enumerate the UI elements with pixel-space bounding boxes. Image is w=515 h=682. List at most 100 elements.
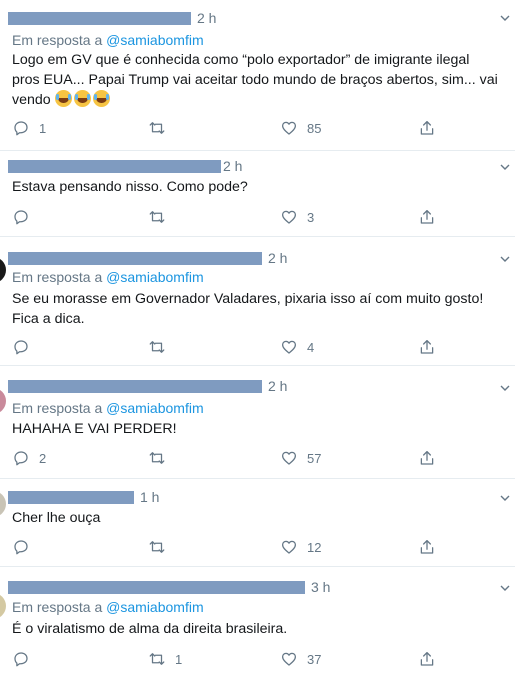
like-count: 4 (307, 339, 315, 355)
reply-icon (14, 652, 28, 667)
tweet-time[interactable]: 2 h (268, 378, 287, 394)
tweet-text-line: Estava pensando nisso. Como pode? (12, 179, 248, 195)
tweet-text-line: HAHAHA E VAI PERDER! (12, 421, 177, 437)
tweet-text-line: Cher lhe ouça (12, 510, 101, 526)
share-button[interactable] (418, 448, 436, 468)
like-button[interactable]: 85 (280, 118, 321, 138)
chevron-down-icon[interactable] (499, 12, 511, 24)
reply-context: Em resposta a @samiabomfim (12, 32, 204, 48)
reply-button[interactable] (12, 337, 39, 357)
like-icon (281, 121, 297, 135)
tweet-text-line-with-emoji: vendo (12, 90, 507, 111)
reply-prefix: Em resposta a (12, 599, 103, 615)
reply-handle-link[interactable]: @samiabomfim (106, 32, 203, 48)
retweet-icon (149, 653, 165, 665)
share-button[interactable] (418, 118, 436, 138)
tweet-actions: 12 (12, 537, 452, 557)
like-button[interactable]: 57 (280, 448, 321, 468)
reply-button[interactable] (12, 537, 39, 557)
redacted-username (8, 251, 262, 265)
reply-context: Em resposta a @samiabomfim (12, 269, 204, 285)
tweet-text-line: Logo em GV que é conhecida como “polo ex… (12, 52, 470, 68)
tweet-time[interactable]: 2 h (223, 158, 242, 174)
like-count: 3 (307, 209, 315, 225)
tweet-actions: 2 57 (12, 448, 452, 468)
like-icon (281, 652, 297, 666)
redacted-username (8, 490, 134, 504)
tweet-5[interactable]: 1 h Cher lhe ouça 12 (0, 479, 515, 567)
avatar[interactable] (0, 491, 6, 517)
reply-button[interactable] (12, 207, 39, 227)
retweet-button[interactable] (148, 118, 175, 138)
reply-button[interactable]: 2 (12, 448, 46, 468)
like-button[interactable]: 12 (280, 537, 321, 557)
like-button[interactable]: 37 (280, 649, 321, 669)
share-button[interactable] (418, 537, 436, 557)
redacted-username (8, 11, 191, 25)
share-button[interactable] (418, 649, 436, 669)
tweet-time[interactable]: 2 h (197, 10, 216, 26)
retweet-count: 1 (175, 651, 183, 667)
tweet-header: 2 h (8, 377, 287, 395)
redacted-username (8, 159, 221, 173)
like-count: 37 (307, 651, 322, 667)
like-icon (281, 340, 297, 354)
chevron-down-icon[interactable] (499, 492, 511, 504)
reply-handle-link[interactable]: @samiabomfim (106, 400, 203, 416)
avatar[interactable] (0, 388, 6, 414)
retweet-button[interactable] (148, 207, 175, 227)
share-button[interactable] (418, 337, 436, 357)
retweet-icon (149, 452, 165, 464)
like-icon (281, 540, 297, 554)
reply-button[interactable]: 1 (12, 118, 46, 138)
like-icon (281, 210, 297, 224)
tweet-6[interactable]: 3 h Em resposta a @samiabomfim É o viral… (0, 567, 515, 682)
tweet-actions: 1 85 (12, 118, 452, 138)
tweet-time[interactable]: 3 h (311, 579, 330, 595)
reply-context: Em resposta a @samiabomfim (12, 599, 204, 615)
chevron-down-icon[interactable] (499, 161, 511, 173)
tweet-time[interactable]: 2 h (268, 250, 287, 266)
share-icon (420, 651, 434, 666)
tweet-text-line: pros EUA... Papai Trump vai aceitar todo… (12, 71, 498, 88)
reply-icon (14, 121, 28, 136)
chevron-down-icon[interactable] (499, 582, 511, 594)
reply-prefix: Em resposta a (12, 269, 103, 285)
reply-prefix: Em resposta a (12, 400, 103, 416)
retweet-button[interactable] (148, 537, 175, 557)
tweet-2[interactable]: 2 h Estava pensando nisso. Como pode? 3 (0, 151, 515, 237)
chevron-down-icon[interactable] (499, 253, 511, 265)
tweet-text-line: Fica a dica. (12, 310, 85, 327)
tweet-text: Logo em GV que é conhecida como “polo ex… (12, 51, 507, 111)
share-icon (420, 539, 434, 554)
tweet-4[interactable]: 2 h Em resposta a @samiabomfim HAHAHA E … (0, 366, 515, 479)
retweet-button[interactable]: 1 (148, 649, 182, 669)
reply-handle-link[interactable]: @samiabomfim (106, 599, 203, 615)
avatar[interactable] (0, 257, 6, 283)
tweet-3[interactable]: 2 h Em resposta a @samiabomfim Se eu mor… (0, 237, 515, 366)
like-button[interactable]: 4 (280, 337, 314, 357)
like-count: 85 (307, 120, 322, 136)
retweet-icon (149, 211, 165, 223)
avatar[interactable] (0, 593, 6, 619)
share-icon (420, 450, 434, 465)
tweet-text: Estava pensando nisso. Como pode? (12, 178, 507, 198)
reply-count: 2 (39, 450, 47, 466)
like-button[interactable]: 3 (280, 207, 314, 227)
reply-button[interactable] (12, 649, 39, 669)
retweet-icon (149, 341, 165, 353)
reply-handle-link[interactable]: @samiabomfim (106, 269, 203, 285)
retweet-button[interactable] (148, 448, 175, 468)
retweet-button[interactable] (148, 337, 175, 357)
tweet-time[interactable]: 1 h (140, 489, 159, 505)
tweet-header: 1 h (8, 488, 159, 506)
tweet-1[interactable]: 2 h Em resposta a @samiabomfim Logo em G… (0, 0, 515, 151)
reply-count: 1 (39, 120, 47, 136)
redacted-username (8, 580, 305, 594)
share-button[interactable] (418, 207, 436, 227)
redacted-username (8, 379, 262, 393)
chevron-down-icon[interactable] (499, 382, 511, 394)
tweet-text: É o viralatismo de alma da direita brasi… (12, 620, 507, 640)
reply-icon (14, 540, 28, 555)
tweet-actions: 1 37 (12, 649, 452, 669)
